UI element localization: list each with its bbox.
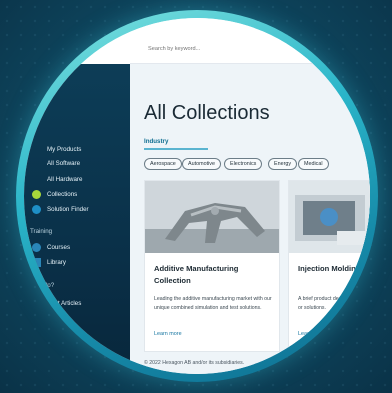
- sidebar-item-all-hardware[interactable]: All Hardware: [32, 172, 82, 186]
- card-learn-more-link[interactable]: Learn more: [154, 331, 182, 337]
- card-title: Injection Molding Collection: [298, 264, 370, 273]
- sidebar-item-label: Library: [47, 258, 66, 266]
- card-learn-more-link[interactable]: Learn more: [298, 331, 326, 337]
- card-image-additive: [145, 181, 279, 253]
- top-bar: [130, 38, 370, 64]
- card-description: A brief product description of the colle…: [298, 296, 370, 311]
- sidebar-item-all-software[interactable]: All Software: [32, 156, 80, 170]
- filter-chip-electronics[interactable]: Electronics: [224, 158, 263, 170]
- sidebar-section-training: Training: [30, 228, 53, 235]
- courses-icon: [32, 242, 41, 252]
- footer-copyright: © 2022 Hexagon AB and/or its subsidiarie…: [144, 360, 245, 366]
- collections-icon: [32, 189, 41, 199]
- sidebar-item-label: Collections: [47, 190, 78, 198]
- sidebar-item-library[interactable]: Library: [32, 255, 66, 269]
- sidebar-item-label: Solution Finder: [47, 205, 89, 213]
- sidebar-item-label: All Hardware: [47, 175, 83, 183]
- filter-chip-energy[interactable]: Energy: [268, 158, 298, 170]
- filter-chip-automotive[interactable]: Automotive: [182, 158, 221, 170]
- sidebar: My Products All Software All Hardware Co…: [24, 64, 130, 374]
- card-description: Leading the additive manufacturing marke…: [154, 296, 272, 311]
- sidebar-section-help: Help?: [38, 282, 55, 289]
- sidebar-item-label: Support Articles: [38, 299, 82, 307]
- filter-chip-medical[interactable]: Medical: [298, 158, 329, 170]
- hardware-icon: [32, 175, 41, 184]
- sidebar-item-collections[interactable]: Collections: [32, 187, 77, 201]
- sidebar-item-support-articles[interactable]: Support Articles: [38, 296, 81, 310]
- solution-finder-icon: [32, 204, 41, 214]
- card-image-injection: [289, 181, 370, 253]
- main-content: All Collections Industry Aerospace Autom…: [130, 64, 370, 374]
- sidebar-item-label: My Products: [47, 145, 82, 153]
- sidebar-item-courses[interactable]: Courses: [32, 240, 70, 254]
- card-title: Additive Manufacturing Collection: [154, 264, 239, 285]
- sidebar-item-my-products[interactable]: My Products: [32, 142, 81, 156]
- collection-card-injection[interactable]: Injection Molding Collection A brief pro…: [288, 180, 370, 352]
- zoomed-app-view: My Products All Software All Hardware Co…: [24, 18, 370, 374]
- library-icon: [32, 257, 41, 267]
- sidebar-item-label: Courses: [47, 243, 71, 251]
- sidebar-item-solution-finder[interactable]: Solution Finder: [32, 202, 89, 216]
- box-icon: [32, 145, 41, 154]
- sidebar-item-label: All Software: [47, 159, 81, 167]
- collection-card-additive[interactable]: Additive Manufacturing Collection Leadin…: [144, 180, 280, 352]
- page-title: All Collections: [144, 102, 270, 124]
- tab-underline: [144, 148, 208, 150]
- software-icon: [32, 159, 41, 168]
- tab-industry[interactable]: Industry: [144, 138, 168, 145]
- filter-chip-aerospace[interactable]: Aerospace: [144, 158, 182, 170]
- search-input[interactable]: [148, 46, 288, 52]
